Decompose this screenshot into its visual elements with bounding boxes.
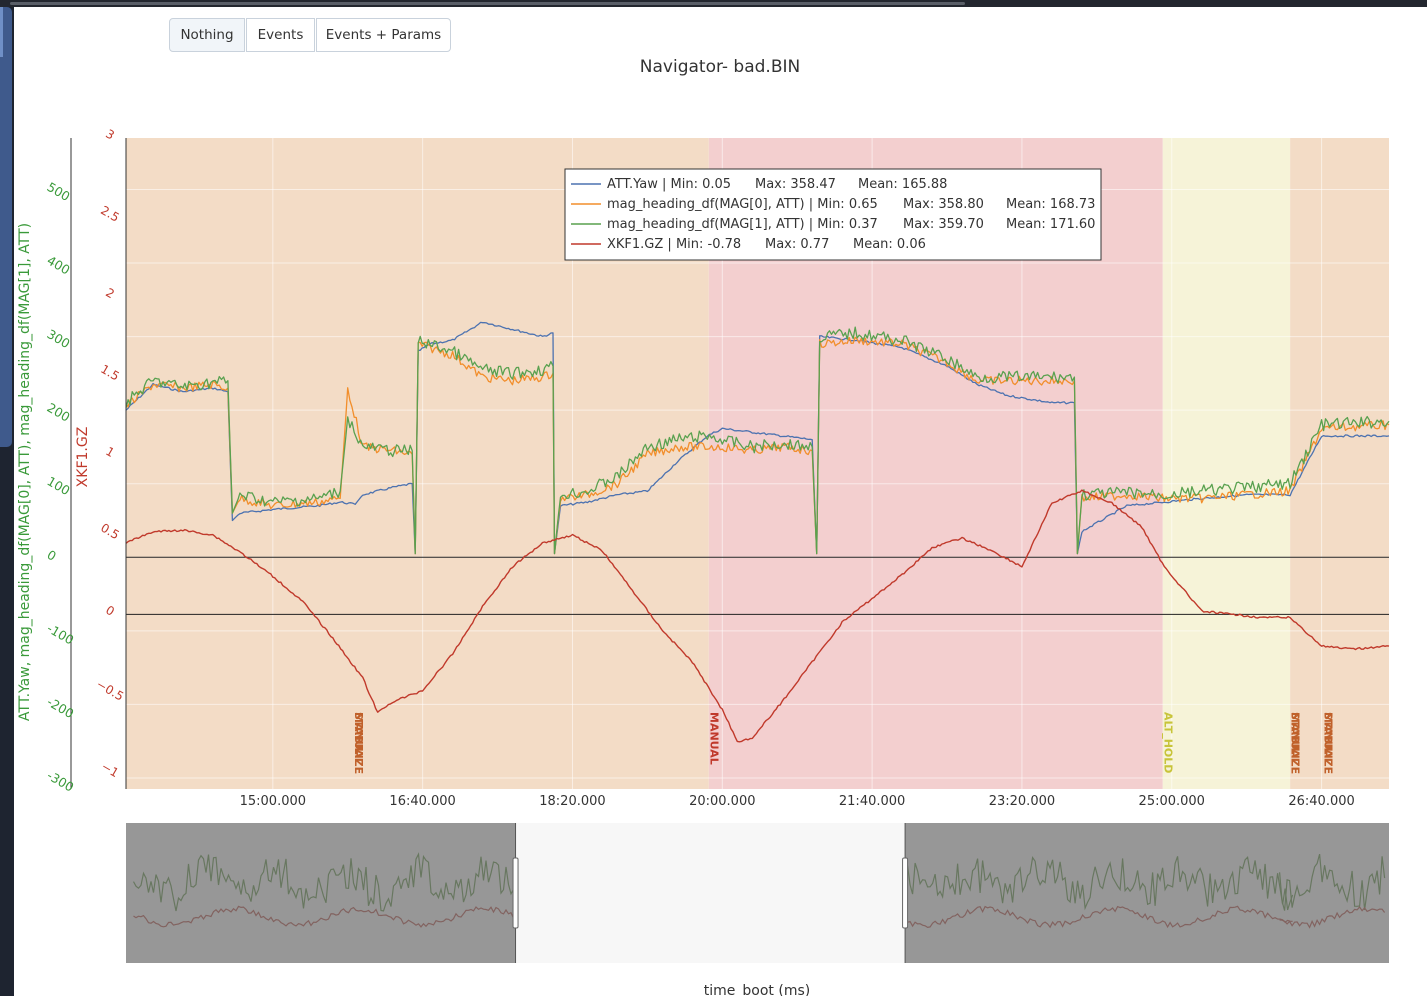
legend-series-name: XKF1.GZ | (607, 237, 676, 252)
y1-tick-label-0: 500 (45, 179, 73, 204)
chart-title: Navigator- bad.BIN (640, 57, 800, 77)
legend-stat-1: Max: 358.80 (903, 197, 984, 212)
y1-tick-label-4: 100 (45, 473, 73, 498)
legend-stat-1: Max: 358.47 (755, 177, 836, 192)
y2-axis-title: XKF1.GZ (75, 427, 91, 488)
legend-stat-0: Min: 0.37 (817, 217, 878, 232)
y2-tick-label-6: 0 (103, 603, 117, 619)
legend-stat-2: Mean: 171.60 (1006, 217, 1095, 232)
y2-tick-label-3: 1.5 (98, 362, 122, 384)
mode-label-5: MANUAL (1289, 712, 1302, 765)
y1-tick-label-1: 400 (45, 253, 73, 278)
mode-label-7: MANUAL (1322, 712, 1335, 765)
x-tick-label-2: 18:20.000 (539, 794, 605, 809)
chart-svg: Navigator- bad.BIN STABILIZEMANUAL MANUAL… (17, 57, 1390, 996)
mode-band-3 (1290, 138, 1389, 789)
y1-tick-label-5: 0 (45, 547, 59, 564)
legend-series-name: mag_heading_df(MAG[1], ATT) | (607, 217, 817, 232)
legend-stat-0: Min: 0.65 (817, 197, 878, 212)
x-axis-title: time_boot (ms) (704, 983, 810, 996)
y1-tick-label-8: -300 (45, 768, 77, 795)
legend-entry-2: mag_heading_df(MAG[1], ATT) | Min: 0.37 M… (607, 217, 1095, 232)
side-panel-tab[interactable] (0, 7, 12, 447)
y2-tick-label-0: 3 (103, 127, 117, 143)
y1-tick-label-6: -100 (45, 620, 77, 647)
legend-stat-1: Max: 0.77 (765, 237, 829, 252)
y1-axis-title: ATT.Yaw, mag_heading_df(MAG[0], ATT), ma… (17, 223, 33, 721)
x-tick-label-3: 20:00.000 (689, 794, 755, 809)
legend-stat-2: Mean: 0.06 (853, 237, 926, 252)
legend-entry-0: ATT.Yaw | Min: 0.05 Max: 358.47 Mean: 165.… (607, 177, 947, 192)
side-panel-accent (0, 7, 3, 57)
top-highlight (10, 2, 965, 5)
navigator-mask-left (126, 823, 516, 963)
y2-tick-label-8: −1 (99, 759, 121, 780)
y2-tick-label-4: 1 (103, 444, 117, 460)
x-tick-label-5: 23:20.000 (989, 794, 1055, 809)
y2-tick-label-2: 2 (103, 285, 117, 301)
legend-stat-1: Max: 359.70 (903, 217, 984, 232)
x-tick-label-0: 15:00.000 (240, 794, 306, 809)
mode-label-1: MANUAL (352, 712, 365, 765)
legend-series-name: mag_heading_df(MAG[0], ATT) | (607, 197, 817, 212)
legend-stat-2: Mean: 168.73 (1006, 197, 1095, 212)
plot-page: Nothing Events Events + Params Navigator… (14, 7, 1427, 996)
navigator-handle-right[interactable] (902, 857, 909, 929)
x-tick-label-4: 21:40.000 (839, 794, 905, 809)
browser-top-bar (0, 0, 1427, 7)
mode-band-2 (1162, 138, 1291, 789)
y2-tick-label-7: −0.5 (94, 677, 126, 704)
mode-label-2: MANUAL (707, 712, 720, 765)
legend-series-name: ATT.Yaw | (607, 177, 671, 192)
x-tick-label-6: 25:00.000 (1139, 794, 1205, 809)
y2-tick-label-5: 0.5 (98, 521, 122, 543)
y2-tick-label-1: 2.5 (98, 203, 122, 225)
legend-entry-3: XKF1.GZ | Min: -0.78 Max: 0.77 Mean: 0.06 (607, 237, 926, 252)
y1-tick-label-2: 300 (45, 326, 73, 351)
y1-tick-label-7: -200 (45, 694, 77, 721)
x-tick-label-1: 16:40.000 (389, 794, 455, 809)
y1-tick-label-3: 200 (45, 400, 73, 425)
legend-stat-0: Min: 0.05 (671, 177, 732, 192)
legend-stat-2: Mean: 165.88 (858, 177, 947, 192)
x-tick-label-7: 26:40.000 (1288, 794, 1354, 809)
navigator-mask-right (905, 823, 1389, 963)
navigator-handle-left[interactable] (512, 857, 519, 929)
legend-stat-0: Min: -0.78 (676, 237, 741, 252)
mode-label-3: ALT_HOLD (1161, 712, 1174, 773)
legend-entry-1: mag_heading_df(MAG[0], ATT) | Min: 0.65 M… (607, 197, 1095, 212)
